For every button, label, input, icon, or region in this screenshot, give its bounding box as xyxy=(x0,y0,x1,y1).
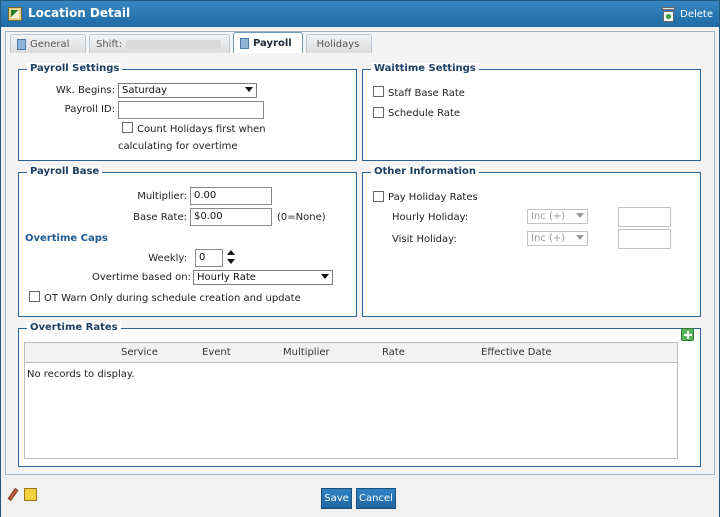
chevron-down-icon xyxy=(576,235,584,240)
arrow-down-icon xyxy=(227,259,235,264)
waittime-settings-legend: Waittime Settings xyxy=(371,63,479,74)
location-icon xyxy=(8,7,22,21)
weekly-stepper[interactable] xyxy=(227,249,235,265)
tab-holidays[interactable]: Holidays xyxy=(306,34,372,53)
overtime-rates-panel: Overtime Rates Service Event Multiplier … xyxy=(18,322,701,467)
window-title: Location Detail xyxy=(28,6,131,20)
count-holidays-checkbox[interactable] xyxy=(122,122,133,133)
overtime-based-on-value: Hourly Rate xyxy=(197,272,256,283)
empty-records-message: No records to display. xyxy=(27,369,135,380)
pencil-icon[interactable] xyxy=(7,488,20,501)
wk-begins-label: Wk. Begins: xyxy=(55,85,115,96)
payroll-settings-panel: Payroll Settings Wk. Begins: Saturday Pa… xyxy=(18,63,357,161)
wk-begins-value: Saturday xyxy=(122,85,168,96)
location-detail-window: Location Detail Delete General Shift: Pa… xyxy=(0,0,720,517)
multiplier-input[interactable]: 0.00 xyxy=(190,187,272,205)
tab-strip: General Shift: Payroll Holidays xyxy=(10,32,375,54)
staff-base-rate-label: Staff Base Rate xyxy=(388,88,465,99)
payroll-id-input[interactable] xyxy=(118,101,264,119)
hourly-holiday-label: Hourly Holiday: xyxy=(392,212,469,223)
visit-holiday-input[interactable] xyxy=(618,229,671,249)
base-rate-input[interactable]: $0.00 xyxy=(190,208,272,226)
column-header-event[interactable]: Event xyxy=(202,347,231,358)
overtime-based-on-label: Overtime based on: xyxy=(91,272,191,283)
wk-begins-select[interactable]: Saturday xyxy=(118,83,257,98)
save-button[interactable]: Save xyxy=(321,488,352,509)
payroll-id-label: Payroll ID: xyxy=(64,104,115,115)
sticky-note-icon[interactable] xyxy=(24,488,37,501)
delete-button[interactable]: Delete xyxy=(661,4,713,24)
schedule-rate-checkbox[interactable] xyxy=(373,107,384,118)
tab-shift-label: Shift: xyxy=(96,38,123,50)
hourly-holiday-select[interactable]: Inc (+) xyxy=(527,209,588,224)
tab-general-label: General xyxy=(30,38,70,50)
ot-warn-checkbox[interactable] xyxy=(29,291,40,302)
chevron-down-icon xyxy=(576,213,584,218)
payroll-base-legend: Payroll Base xyxy=(27,166,103,177)
hourly-holiday-select-value: Inc (+) xyxy=(531,211,566,222)
payroll-settings-legend: Payroll Settings xyxy=(27,63,123,74)
shift-name-redacted xyxy=(126,39,221,49)
tab-payroll[interactable]: Payroll xyxy=(233,32,303,53)
recycle-bin-icon xyxy=(661,6,676,23)
delete-label: Delete xyxy=(680,8,713,20)
hourly-holiday-input[interactable] xyxy=(618,207,671,227)
weekly-label: Weekly: xyxy=(148,253,187,264)
payroll-base-panel: Payroll Base Multiplier: 0.00 Base Rate:… xyxy=(18,166,357,317)
overtime-rates-legend: Overtime Rates xyxy=(27,322,121,333)
base-rate-hint: (0=None) xyxy=(277,212,326,223)
cancel-button[interactable]: Cancel xyxy=(356,488,396,509)
other-information-legend: Other Information xyxy=(371,166,479,177)
multiplier-label: Multiplier: xyxy=(137,191,187,202)
chevron-down-icon xyxy=(245,87,253,92)
visit-holiday-select[interactable]: Inc (+) xyxy=(527,231,588,246)
add-overtime-rate-icon[interactable] xyxy=(681,328,694,341)
staff-base-rate-checkbox[interactable] xyxy=(373,86,384,97)
column-header-service[interactable]: Service xyxy=(121,347,158,358)
general-tab-icon xyxy=(17,38,26,50)
waittime-settings-panel: Waittime Settings Staff Base Rate Schedu… xyxy=(362,63,701,161)
column-header-multiplier[interactable]: Multiplier xyxy=(283,347,330,358)
pay-holiday-rates-label: Pay Holiday Rates xyxy=(388,192,478,203)
tab-payroll-label: Payroll xyxy=(253,37,292,49)
visit-holiday-select-value: Inc (+) xyxy=(531,233,566,244)
arrow-up-icon xyxy=(227,250,235,255)
table-header: Service Event Multiplier Rate Effective … xyxy=(25,343,677,363)
schedule-rate-label: Schedule Rate xyxy=(388,108,461,119)
tab-holidays-label: Holidays xyxy=(316,38,360,50)
pay-holiday-rates-checkbox[interactable] xyxy=(373,191,384,202)
dialog-body: General Shift: Payroll Holidays Payroll … xyxy=(5,31,715,475)
column-header-effective-date[interactable]: Effective Date xyxy=(481,347,552,358)
tab-shift[interactable]: Shift: xyxy=(89,34,230,53)
payroll-tab-icon xyxy=(240,37,249,49)
weekly-input[interactable]: 0 xyxy=(195,249,223,267)
base-rate-label: Base Rate: xyxy=(133,212,187,223)
dialog-footer: Save Cancel xyxy=(1,479,719,517)
overtime-based-on-select[interactable]: Hourly Rate xyxy=(193,270,333,285)
count-holidays-label-line2: calculating for overtime xyxy=(118,141,238,152)
visit-holiday-label: Visit Holiday: xyxy=(392,234,457,245)
other-information-panel: Other Information Pay Holiday Rates Hour… xyxy=(362,166,701,317)
overtime-caps-heading: Overtime Caps xyxy=(25,233,108,244)
ot-warn-label: OT Warn Only during schedule creation an… xyxy=(44,293,301,304)
overtime-rates-table: Service Event Multiplier Rate Effective … xyxy=(24,342,678,459)
tab-general[interactable]: General xyxy=(10,34,86,53)
chevron-down-icon xyxy=(321,274,329,279)
title-bar: Location Detail Delete xyxy=(1,1,719,27)
count-holidays-label: Count Holidays first when xyxy=(137,124,266,135)
column-header-rate[interactable]: Rate xyxy=(382,347,405,358)
